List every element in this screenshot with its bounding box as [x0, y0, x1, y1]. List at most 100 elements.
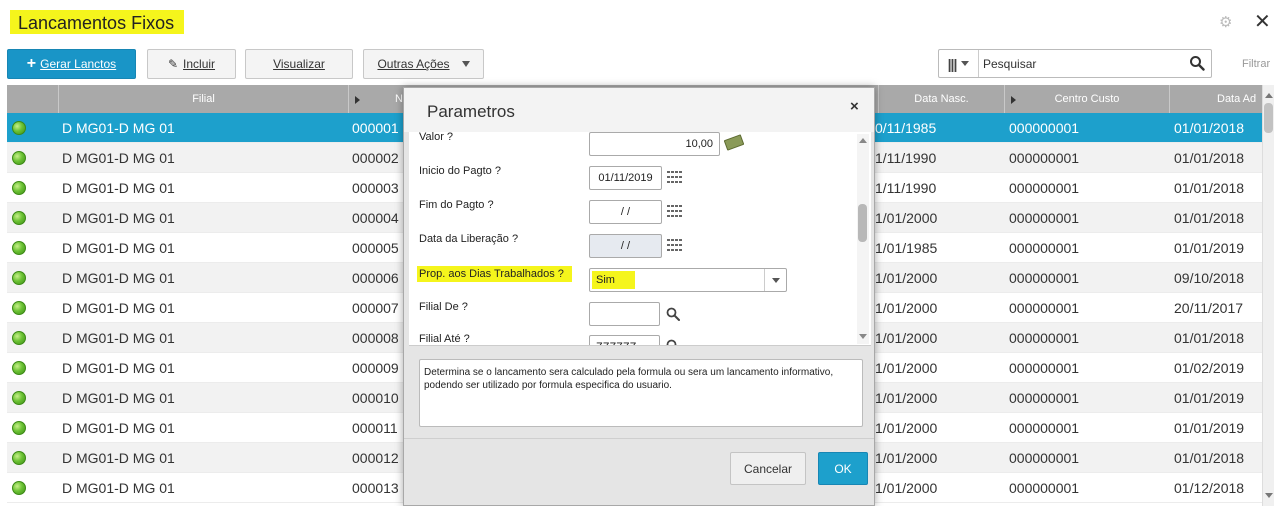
data-liberacao-label: Data da Liberação ? — [419, 233, 519, 245]
dialog-title: Parametros — [427, 102, 515, 121]
scroll-down-icon[interactable] — [1265, 493, 1273, 498]
gear-icon[interactable]: ⚙ — [1219, 15, 1235, 31]
status-green-icon — [12, 331, 26, 345]
fim-pagto-input[interactable] — [589, 200, 662, 224]
cell-centro-custo: 000000001 — [1009, 300, 1080, 316]
cell-filial: D MG01-D MG 01 — [62, 390, 175, 406]
cell-numero: 000010 — [352, 390, 399, 406]
valor-input[interactable] — [589, 132, 720, 156]
calendar-icon[interactable] — [667, 205, 682, 219]
status-green-icon — [12, 391, 26, 405]
status-green-icon — [12, 271, 26, 285]
money-icon[interactable] — [723, 134, 745, 151]
scroll-thumb[interactable] — [1264, 103, 1273, 133]
search-icon[interactable] — [666, 339, 680, 346]
search-icon[interactable] — [1189, 55, 1205, 71]
cell-filial: D MG01-D MG 01 — [62, 210, 175, 226]
ok-button[interactable]: OK — [818, 452, 868, 485]
status-green-icon — [12, 361, 26, 375]
cell-numero: 000003 — [352, 180, 399, 196]
cell-data-nasc: 1/01/2000 — [875, 360, 938, 376]
status-green-icon — [12, 241, 26, 255]
footer-divider — [404, 438, 874, 439]
cancel-button[interactable]: Cancelar — [730, 452, 806, 485]
filter-link[interactable]: Filtrar — [1242, 58, 1270, 70]
cell-centro-custo: 000000001 — [1009, 360, 1080, 376]
cell-filial: D MG01-D MG 01 — [62, 450, 175, 466]
cell-centro-custo: 000000001 — [1009, 120, 1080, 136]
close-icon[interactable]: × — [850, 98, 864, 118]
cell-centro-custo: 000000001 — [1009, 240, 1080, 256]
column-header-data-nasc[interactable]: Data Nasc. — [879, 85, 1005, 113]
cell-data-adm: 01/02/2019 — [1174, 360, 1245, 376]
form-scrollbar[interactable] — [857, 134, 869, 344]
close-icon[interactable]: ✕ — [1254, 12, 1272, 32]
columns-toggle[interactable]: ||| — [939, 50, 979, 77]
scroll-up-icon[interactable] — [1265, 93, 1273, 98]
cell-centro-custo: 000000001 — [1009, 480, 1080, 496]
cell-data-nasc: 1/11/1990 — [875, 150, 937, 166]
cell-data-nasc: 1/01/2000 — [875, 330, 938, 346]
scroll-down-icon[interactable] — [859, 334, 867, 339]
table-scrollbar[interactable] — [1262, 85, 1274, 506]
chevron-down-icon[interactable] — [764, 269, 786, 291]
search-icon[interactable] — [666, 307, 680, 321]
cell-data-nasc: 0/11/1985 — [875, 120, 937, 136]
filial-de-input[interactable] — [589, 302, 660, 326]
prop-dias-trabalhados-select[interactable]: Sim — [589, 268, 787, 292]
scroll-up-icon[interactable] — [859, 138, 867, 143]
cell-data-nasc: 1/01/2000 — [875, 420, 938, 436]
cell-data-nasc: 1/01/2000 — [875, 270, 938, 286]
incluir-button[interactable]: ✎ Incluir — [147, 49, 236, 79]
cell-centro-custo: 000000001 — [1009, 420, 1080, 436]
column-header-centro-custo-label: Centro Custo — [1054, 93, 1120, 105]
search-input[interactable] — [983, 54, 1178, 74]
column-header-centro-custo[interactable]: Centro Custo — [1005, 85, 1170, 113]
status-green-icon — [12, 181, 26, 195]
filial-ate-label: Filial Até ? — [419, 333, 470, 345]
cell-data-nasc: 1/11/1990 — [875, 180, 937, 196]
cell-data-adm: 01/01/2019 — [1174, 240, 1245, 256]
calendar-icon[interactable] — [667, 171, 682, 185]
dialog-header: Parametros × — [404, 88, 874, 132]
status-green-icon — [12, 421, 26, 435]
cell-centro-custo: 000000001 — [1009, 210, 1080, 226]
cell-filial: D MG01-D MG 01 — [62, 300, 175, 316]
column-header-n-label: N — [395, 93, 403, 105]
data-liberacao-input — [589, 234, 662, 258]
cell-data-adm: 01/01/2018 — [1174, 450, 1245, 466]
visualizar-button[interactable]: Visualizar — [245, 49, 353, 79]
parameters-form: Valor ? Inicio do Pagto ? Fim do Pagto ?… — [409, 132, 871, 346]
scroll-thumb[interactable] — [858, 204, 867, 242]
column-header-data-adm[interactable]: Data Ad — [1170, 85, 1273, 113]
cell-data-nasc: 1/01/2000 — [875, 210, 938, 226]
column-header-filial[interactable]: Filial — [59, 85, 349, 113]
gerar-lanctos-label: Gerar Lanctos — [40, 57, 117, 71]
outras-acoes-button[interactable]: Outras Ações — [363, 49, 484, 79]
filial-ate-input[interactable] — [589, 335, 660, 345]
cell-data-adm: 01/01/2019 — [1174, 420, 1245, 436]
cell-data-adm: 01/01/2018 — [1174, 210, 1245, 226]
chevron-down-icon — [961, 61, 970, 66]
cell-filial: D MG01-D MG 01 — [62, 120, 175, 136]
cell-centro-custo: 000000001 — [1009, 150, 1080, 166]
cell-numero: 000001 — [352, 120, 399, 136]
parametros-dialog: Parametros × Valor ? Inicio do Pagto ? F… — [403, 87, 875, 506]
sort-arrow-icon — [355, 96, 360, 104]
inicio-pagto-input[interactable] — [589, 166, 662, 190]
cell-numero: 000008 — [352, 330, 399, 346]
cell-data-adm: 09/10/2018 — [1174, 270, 1245, 286]
status-green-icon — [12, 121, 26, 135]
page-title: Lancamentos Fixos — [10, 10, 185, 34]
cell-filial: D MG01-D MG 01 — [62, 150, 175, 166]
cell-numero: 000011 — [352, 420, 398, 436]
cell-centro-custo: 000000001 — [1009, 330, 1080, 346]
calendar-icon[interactable] — [667, 239, 682, 253]
status-column-header — [7, 85, 59, 113]
cell-numero: 000004 — [352, 210, 399, 226]
cell-centro-custo: 000000001 — [1009, 390, 1080, 406]
gerar-lanctos-button[interactable]: + Gerar Lanctos — [7, 49, 136, 79]
filial-de-label: Filial De ? — [419, 301, 468, 313]
search-box: ||| — [938, 49, 1212, 78]
cell-filial: D MG01-D MG 01 — [62, 270, 175, 286]
